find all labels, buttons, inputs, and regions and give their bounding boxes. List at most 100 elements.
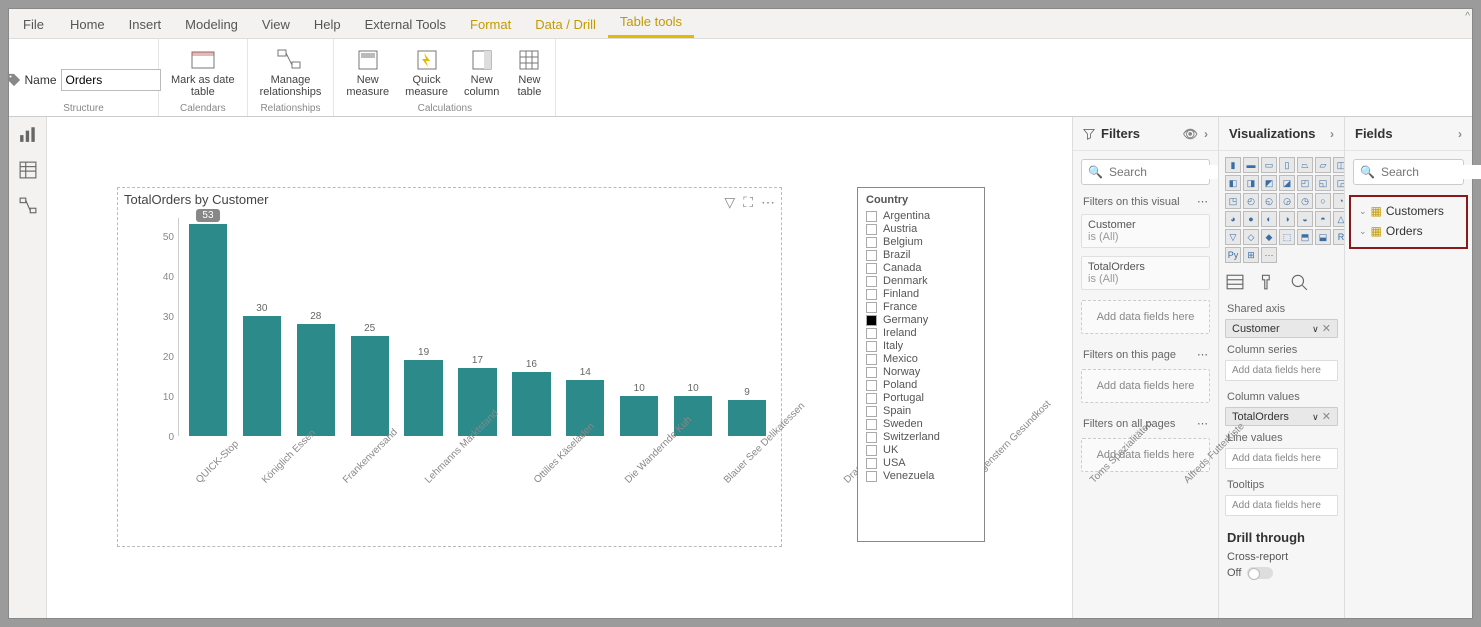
checkbox-icon[interactable]: [866, 211, 877, 222]
chevron-right-icon[interactable]: ›: [1330, 127, 1334, 141]
viz-type-icon[interactable]: ◨: [1243, 175, 1259, 191]
checkbox-icon[interactable]: [866, 237, 877, 248]
slicer-item[interactable]: Ireland: [866, 327, 976, 339]
checkbox-icon[interactable]: [866, 341, 877, 352]
tab-file[interactable]: File: [9, 11, 58, 38]
slicer-item[interactable]: Norway: [866, 366, 976, 378]
slicer-item[interactable]: Italy: [866, 340, 976, 352]
viz-type-icon[interactable]: ◒: [1297, 211, 1313, 227]
viz-type-icon[interactable]: ◩: [1261, 175, 1277, 191]
slicer-item[interactable]: USA: [866, 457, 976, 469]
checkbox-icon[interactable]: [866, 432, 877, 443]
viz-type-icon[interactable]: ▭: [1261, 157, 1277, 173]
analytics-tab-icon[interactable]: [1289, 273, 1309, 291]
bar[interactable]: 25: [346, 323, 394, 436]
bar[interactable]: 10: [615, 383, 663, 436]
viz-type-icon[interactable]: ◵: [1261, 193, 1277, 209]
slicer-item[interactable]: Denmark: [866, 275, 976, 287]
checkbox-icon[interactable]: [866, 419, 877, 430]
checkbox-icon[interactable]: [866, 445, 877, 456]
filter-card-totalorders[interactable]: TotalOrders is (All): [1081, 256, 1210, 290]
tab-modeling[interactable]: Modeling: [173, 11, 250, 38]
field-table[interactable]: ⌄▦Customers: [1351, 201, 1466, 221]
tab-table-tools[interactable]: Table tools: [608, 8, 694, 38]
slicer-item[interactable]: France: [866, 301, 976, 313]
focus-mode-icon[interactable]: ⛶: [743, 194, 753, 211]
viz-type-icon[interactable]: ◧: [1225, 175, 1241, 191]
report-view-icon[interactable]: [19, 125, 37, 143]
slicer-item[interactable]: Venezuela: [866, 470, 976, 482]
viz-type-icon[interactable]: ▽: [1225, 229, 1241, 245]
bar-chart-visual[interactable]: TotalOrders by Customer ▽ ⛶ ⋯ 0102030405…: [117, 187, 782, 547]
viz-type-icon[interactable]: ⬓: [1315, 229, 1331, 245]
chevron-right-icon[interactable]: ›: [1458, 127, 1462, 141]
checkbox-icon[interactable]: [866, 289, 877, 300]
slicer-item[interactable]: Canada: [866, 262, 976, 274]
manage-relationships-button[interactable]: Manage relationships: [256, 46, 326, 100]
cross-report-toggle[interactable]: [1247, 567, 1273, 579]
viz-type-icon[interactable]: ⬚: [1279, 229, 1295, 245]
slicer-item[interactable]: Sweden: [866, 418, 976, 430]
field-table[interactable]: ⌄▦Orders: [1351, 221, 1466, 241]
report-canvas[interactable]: TotalOrders by Customer ▽ ⛶ ⋯ 0102030405…: [47, 117, 1072, 618]
viz-type-icon[interactable]: ⊞: [1243, 247, 1259, 263]
viz-type-icon[interactable]: Py: [1225, 247, 1241, 263]
fields-tab-icon[interactable]: [1225, 273, 1245, 291]
checkbox-icon[interactable]: [866, 263, 877, 274]
viz-type-icon[interactable]: ⋯: [1261, 247, 1277, 263]
bar[interactable]: 19: [400, 347, 448, 436]
viz-type-icon[interactable]: ◶: [1279, 193, 1295, 209]
viz-type-icon[interactable]: ◪: [1279, 175, 1295, 191]
filter-icon[interactable]: ▽: [724, 194, 735, 211]
slicer-item[interactable]: Austria: [866, 223, 976, 235]
viz-type-icon[interactable]: ◷: [1297, 193, 1313, 209]
bar[interactable]: 16: [507, 359, 555, 436]
viz-type-icon[interactable]: ◐: [1261, 211, 1277, 227]
tab-help[interactable]: Help: [302, 11, 353, 38]
tab-view[interactable]: View: [250, 11, 302, 38]
viz-type-icon[interactable]: ⬒: [1297, 229, 1313, 245]
viz-type-icon[interactable]: ◆: [1261, 229, 1277, 245]
checkbox-icon[interactable]: [866, 393, 877, 404]
format-tab-icon[interactable]: [1257, 273, 1277, 291]
viz-type-icon[interactable]: ◕: [1225, 211, 1241, 227]
slicer-item[interactable]: Poland: [866, 379, 976, 391]
more-icon[interactable]: ⋯: [1197, 195, 1208, 208]
more-icon[interactable]: ⋯: [1197, 417, 1208, 430]
new-table-button[interactable]: New table: [511, 46, 547, 100]
viz-type-icon[interactable]: ◓: [1315, 211, 1331, 227]
checkbox-icon[interactable]: [866, 302, 877, 313]
viz-type-icon[interactable]: ●: [1243, 211, 1259, 227]
chevron-right-icon[interactable]: ›: [1204, 127, 1208, 141]
viz-type-icon[interactable]: ◑: [1279, 211, 1295, 227]
slicer-item[interactable]: Mexico: [866, 353, 976, 365]
fields-search[interactable]: 🔍: [1353, 159, 1464, 185]
tab-format[interactable]: Format: [458, 11, 523, 38]
eye-icon[interactable]: 👁: [1183, 127, 1198, 141]
name-input[interactable]: [61, 69, 161, 91]
tab-insert[interactable]: Insert: [117, 11, 174, 38]
slicer-item[interactable]: Spain: [866, 405, 976, 417]
checkbox-icon[interactable]: [866, 328, 877, 339]
collapse-ribbon-icon[interactable]: ^: [1465, 11, 1470, 22]
slicer-item[interactable]: UK: [866, 444, 976, 456]
viz-type-icon[interactable]: ▬: [1243, 157, 1259, 173]
viz-type-icon[interactable]: ◴: [1243, 193, 1259, 209]
checkbox-icon[interactable]: [866, 354, 877, 365]
slicer-item[interactable]: Finland: [866, 288, 976, 300]
filters-page-dropzone[interactable]: Add data fields here: [1081, 369, 1210, 403]
viz-type-icon[interactable]: ◇: [1243, 229, 1259, 245]
slicer-item[interactable]: Switzerland: [866, 431, 976, 443]
model-view-icon[interactable]: [19, 197, 37, 215]
column-series-dropzone[interactable]: Add data fields here: [1225, 360, 1338, 381]
country-slicer[interactable]: Country ArgentinaAustriaBelgiumBrazilCan…: [857, 187, 985, 542]
slicer-item[interactable]: Germany: [866, 314, 976, 326]
checkbox-icon[interactable]: [866, 458, 877, 469]
viz-type-icon[interactable]: ▯: [1279, 157, 1295, 173]
viz-type-icon[interactable]: ▮: [1225, 157, 1241, 173]
slicer-item[interactable]: Belgium: [866, 236, 976, 248]
slicer-item[interactable]: Portugal: [866, 392, 976, 404]
checkbox-icon[interactable]: [866, 250, 877, 261]
shared-axis-pill[interactable]: Customer∨ ✕: [1225, 319, 1338, 338]
filters-visual-dropzone[interactable]: Add data fields here: [1081, 300, 1210, 334]
